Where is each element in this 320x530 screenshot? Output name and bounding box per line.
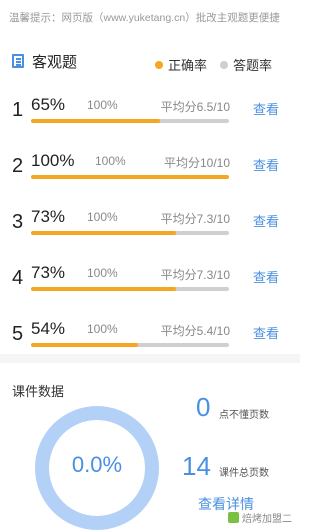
section-title: 客观题 (32, 54, 78, 71)
answer-rate: 100% (87, 266, 118, 280)
correct-rate: 65% (31, 95, 66, 114)
document-icon (12, 54, 24, 68)
unknown-pages-value: 0 (196, 392, 211, 422)
question-number: 3 (12, 211, 24, 233)
objective-header: 客观题 正确率 答题率 (12, 50, 292, 74)
legend-answered: 答题率 (220, 55, 272, 74)
rate-bar-fill (31, 343, 138, 347)
rate-bar-fill (31, 287, 176, 291)
average-score: 平均分5.4/10 (160, 324, 230, 338)
total-pages-value: 14 (182, 451, 211, 481)
view-link[interactable]: 查看 (253, 155, 279, 174)
answer-rate: 100% (87, 98, 118, 112)
view-link[interactable]: 查看 (253, 323, 279, 342)
view-link[interactable]: 查看 (253, 99, 279, 118)
total-pages-label: 课件总页数 (219, 468, 269, 479)
question-row: 3 73% 100% 平均分7.3/10 查看 (0, 207, 300, 263)
unknown-pages-label: 点不懂页数 (219, 410, 269, 421)
question-row: 4 73% 100% 平均分7.3/10 查看 (0, 263, 300, 319)
average-score: 平均分10/10 (163, 156, 230, 170)
view-link[interactable]: 查看 (253, 267, 279, 286)
rate-bar (31, 287, 229, 291)
answer-rate: 100% (87, 322, 118, 336)
section-divider (0, 354, 300, 363)
question-number: 4 (12, 267, 24, 289)
correct-rate: 54% (31, 319, 66, 338)
rate-bar-fill (31, 175, 229, 179)
answer-rate: 100% (95, 154, 126, 168)
legend-correct-label: 正确率 (168, 58, 208, 73)
rate-bar (31, 119, 229, 123)
courseware-title: 课件数据 (12, 384, 65, 399)
average-score: 平均分6.5/10 (160, 100, 230, 114)
wechat-icon (228, 512, 239, 523)
legend-dot-answered-icon (220, 60, 228, 69)
question-number: 5 (12, 323, 24, 345)
question-row: 5 54% 100% 平均分5.4/10 查看 (0, 319, 300, 375)
answer-rate: 100% (87, 210, 118, 224)
question-number: 1 (12, 99, 24, 121)
legend-correct: 正确率 (155, 55, 207, 74)
question-row: 1 65% 100% 平均分6.5/10 查看 (0, 95, 300, 151)
watermark: 焙烤加盟二 (228, 510, 292, 525)
legend-dot-correct-icon (155, 60, 163, 69)
tip-text: 温馨提示：网页版（www.yuketang.cn）批改主观题更便捷 (9, 12, 280, 24)
rate-bar-fill (31, 119, 160, 123)
rate-bar (31, 231, 229, 235)
donut-rate: 0.0% (71, 452, 123, 477)
correct-rate: 100% (31, 151, 75, 170)
average-score: 平均分7.3/10 (160, 268, 230, 282)
view-link[interactable]: 查看 (253, 211, 279, 230)
question-row: 2 100% 100% 平均分10/10 查看 (0, 151, 300, 207)
correct-rate: 73% (31, 207, 66, 226)
correct-rate: 73% (31, 263, 66, 282)
rate-bar (31, 175, 229, 179)
rate-bar-fill (31, 231, 176, 235)
average-score: 平均分7.3/10 (160, 212, 230, 226)
rate-bar (31, 343, 229, 347)
question-number: 2 (12, 155, 24, 177)
legend-answered-label: 答题率 (233, 58, 273, 73)
watermark-text: 焙烤加盟二 (242, 514, 292, 525)
